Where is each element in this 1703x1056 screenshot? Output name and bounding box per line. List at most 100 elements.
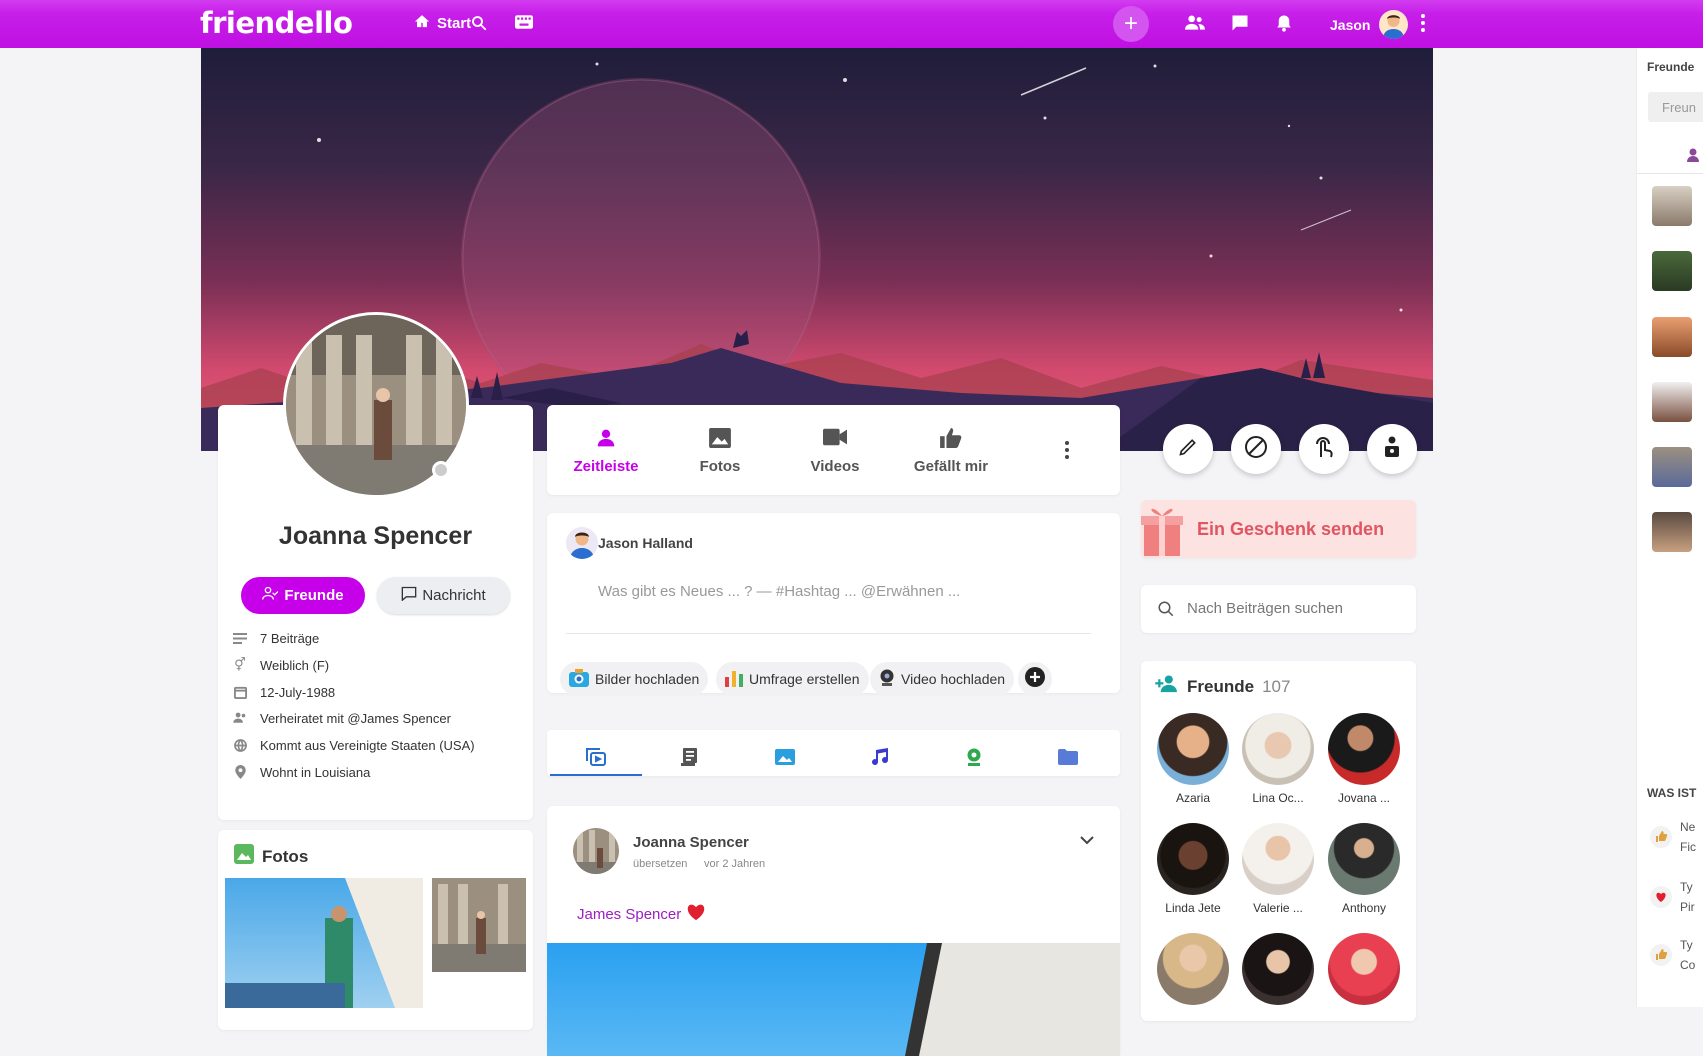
- nav-start[interactable]: Start: [413, 13, 471, 34]
- gift-card[interactable]: Ein Geschenk senden: [1141, 500, 1416, 558]
- friend-item[interactable]: Anthony: [1324, 823, 1404, 915]
- bar-chart-icon: [725, 669, 743, 690]
- video-icon: [785, 428, 885, 452]
- gender-icon: ⚥: [234, 657, 246, 672]
- tab-label: Videos: [810, 458, 860, 475]
- filter-photos[interactable]: [738, 740, 832, 778]
- keyboard-icon[interactable]: [515, 15, 533, 29]
- pencil-icon: [1178, 437, 1198, 462]
- post-author[interactable]: Joanna Spencer: [633, 834, 749, 851]
- tab-likes[interactable]: Gefällt mir: [901, 428, 1001, 475]
- avatar: [1242, 713, 1314, 785]
- friend-item[interactable]: Lina Oc...: [1238, 713, 1318, 805]
- photo-thumb[interactable]: [225, 878, 423, 1008]
- heart-icon: [1650, 886, 1672, 913]
- upload-images-button[interactable]: Bilder hochladen: [560, 662, 709, 696]
- chat-icon[interactable]: [1231, 14, 1249, 32]
- sidebar-friend-avatar[interactable]: [1652, 317, 1692, 357]
- person-lock-icon: [1383, 436, 1401, 463]
- tab-photos[interactable]: Fotos: [670, 428, 770, 475]
- filter-videos[interactable]: [927, 740, 1021, 778]
- create-poll-button[interactable]: Umfrage erstellen: [716, 662, 869, 696]
- chip-label: Video hochladen: [901, 671, 1006, 687]
- note-text: Ne: [1680, 820, 1696, 834]
- music-note-icon: [870, 747, 889, 771]
- chevron-down-icon[interactable]: [1080, 832, 1094, 850]
- friend-item[interactable]: Valerie ...: [1238, 823, 1318, 915]
- avatar: [1328, 933, 1400, 1005]
- more-options-button[interactable]: [1018, 662, 1052, 696]
- composer-input[interactable]: Was gibt es Neues ... ? — #Hashtag ... @…: [598, 583, 960, 600]
- sidebar-friend-avatar[interactable]: [1652, 186, 1692, 226]
- post-search-box[interactable]: Nach Beiträgen suchen: [1141, 585, 1416, 633]
- filter-files[interactable]: [1021, 740, 1115, 778]
- block-icon: [1244, 435, 1268, 464]
- sidebar-friend-avatar[interactable]: [1652, 382, 1692, 422]
- friend-item[interactable]: [1238, 933, 1318, 1011]
- friend-item[interactable]: [1153, 933, 1233, 1011]
- sidebar-friend-avatar[interactable]: [1652, 512, 1692, 552]
- info-text[interactable]: Verheiratet mit @James Spencer: [260, 711, 451, 726]
- avatar: [1157, 933, 1229, 1005]
- person-icon[interactable]: [1687, 148, 1699, 167]
- more-vertical-icon[interactable]: [1064, 441, 1070, 459]
- home-icon: [413, 13, 431, 34]
- sidebar-search-placeholder: Freun: [1662, 100, 1696, 115]
- filter-all[interactable]: [549, 740, 643, 778]
- composer-author[interactable]: Jason Halland: [598, 535, 693, 551]
- info-button[interactable]: [1367, 424, 1417, 474]
- poke-button[interactable]: [1299, 424, 1349, 474]
- logo[interactable]: friendello: [200, 6, 353, 40]
- friend-item[interactable]: [1324, 933, 1404, 1011]
- post-time: vor 2 Jahren: [704, 858, 766, 870]
- friend-name: Valerie ...: [1253, 901, 1303, 915]
- edit-button[interactable]: [1163, 424, 1213, 474]
- avatar: [1157, 713, 1229, 785]
- sidebar-search[interactable]: Freun: [1648, 92, 1703, 122]
- avatar: [1242, 933, 1314, 1005]
- friends-icon[interactable]: [1185, 14, 1205, 32]
- bell-icon[interactable]: [1275, 13, 1293, 33]
- post-image[interactable]: [547, 943, 1120, 1056]
- add-button[interactable]: +: [1113, 6, 1149, 42]
- sidebar-friend-avatar[interactable]: [1652, 447, 1692, 487]
- message-button[interactable]: Nachricht: [377, 577, 510, 614]
- note-text: Ty: [1680, 938, 1693, 952]
- friend-item[interactable]: Azaria: [1153, 713, 1233, 805]
- filter-music[interactable]: [832, 740, 926, 778]
- add-friend-icon: [1155, 675, 1179, 698]
- avatar[interactable]: [1379, 10, 1408, 39]
- friends-button[interactable]: Freunde: [241, 577, 365, 614]
- block-button[interactable]: [1231, 424, 1281, 474]
- folder-icon: [1058, 748, 1078, 770]
- friend-name: Jovana ...: [1337, 791, 1391, 805]
- gift-label: Ein Geschenk senden: [1197, 519, 1385, 539]
- note-text: Fic: [1680, 840, 1696, 854]
- friend-item[interactable]: Jovana ...: [1324, 713, 1404, 805]
- divider: [566, 633, 1091, 634]
- photo-thumb[interactable]: [432, 878, 526, 972]
- username[interactable]: Jason: [1330, 17, 1370, 33]
- sidebar-friend-avatar[interactable]: [1652, 251, 1692, 291]
- tab-label: Fotos: [699, 458, 741, 475]
- plus-circle-icon: [1025, 666, 1045, 692]
- upload-video-button[interactable]: Video hochladen: [870, 662, 1015, 696]
- avatar: [566, 527, 598, 559]
- sidebar-section-title: WAS IST: [1647, 786, 1697, 800]
- filter-text[interactable]: [643, 740, 737, 778]
- translate-link[interactable]: übersetzen: [633, 858, 687, 870]
- friend-name: Anthony: [1341, 901, 1387, 915]
- photos-title: Fotos: [262, 846, 309, 866]
- tab-timeline[interactable]: Zeitleiste: [556, 428, 656, 475]
- friends-button-label: Freunde: [284, 587, 344, 604]
- more-vertical-icon[interactable]: [1420, 14, 1426, 32]
- calendar-icon: [232, 684, 248, 700]
- divider: [1637, 173, 1703, 174]
- search-icon: [1157, 600, 1175, 623]
- avatar[interactable]: [573, 828, 619, 874]
- post-search-placeholder: Nach Beiträgen suchen: [1187, 600, 1343, 617]
- search-icon[interactable]: [470, 14, 488, 32]
- friend-item[interactable]: Linda Jete: [1153, 823, 1233, 915]
- post-mention[interactable]: James Spencer: [577, 906, 681, 923]
- tab-videos[interactable]: Videos: [785, 428, 885, 475]
